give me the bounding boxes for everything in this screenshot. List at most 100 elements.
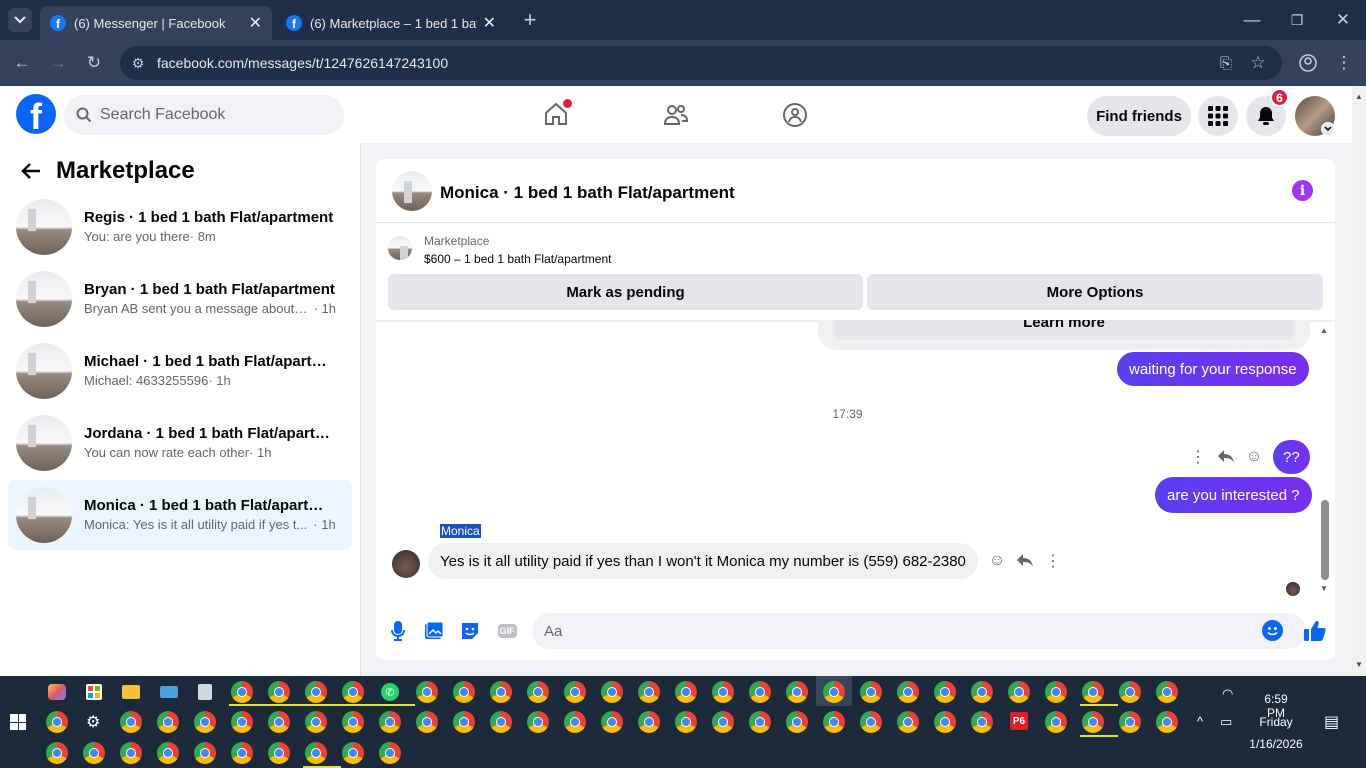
chrome-taskbar-icon[interactable] xyxy=(564,681,586,703)
chrome-taskbar-icon[interactable] xyxy=(231,742,253,764)
chrome-taskbar-icon[interactable] xyxy=(601,711,623,733)
clock-date[interactable]: 1/16/2026 xyxy=(1244,737,1308,751)
photo-icon[interactable] xyxy=(423,620,445,642)
keyboard-app-icon[interactable] xyxy=(160,686,178,698)
thread-scroll-up-icon[interactable]: ▲ xyxy=(1320,326,1328,335)
store-icon[interactable] xyxy=(86,684,102,700)
chrome-taskbar-icon[interactable] xyxy=(1008,681,1030,703)
notifications-button[interactable]: 6 xyxy=(1246,88,1289,136)
outgoing-message[interactable]: ?? xyxy=(1273,440,1310,474)
groups-nav-icon[interactable] xyxy=(782,102,808,133)
chrome-taskbar-icon[interactable] xyxy=(231,681,253,703)
show-hidden-icons-chevron-icon[interactable]: ^ xyxy=(1197,714,1203,729)
conversation-item[interactable]: Regis · 1 bed 1 bath Flat/apartment You:… xyxy=(8,192,352,262)
close-tab-icon[interactable]: ✕ xyxy=(483,13,496,33)
thread-scrollbar-thumb[interactable] xyxy=(1321,500,1329,580)
chrome-taskbar-icon[interactable] xyxy=(46,711,68,733)
mark-as-pending-button[interactable]: Mark as pending xyxy=(388,274,863,310)
chrome-taskbar-icon[interactable] xyxy=(1119,681,1141,703)
chrome-taskbar-icon[interactable] xyxy=(342,711,364,733)
chrome-taskbar-icon[interactable] xyxy=(971,711,993,733)
search-facebook-input[interactable]: Search Facebook xyxy=(64,95,344,135)
listing-title[interactable]: $600 – 1 bed 1 bath Flat/apartment xyxy=(424,252,611,266)
network-icon[interactable]: ◠ xyxy=(1222,686,1233,702)
chrome-taskbar-icon[interactable] xyxy=(1082,681,1104,703)
chrome-taskbar-icon[interactable] xyxy=(342,742,364,764)
back-icon[interactable]: ← xyxy=(10,51,34,75)
chrome-taskbar-icon-active[interactable] xyxy=(823,681,845,703)
profile-icon[interactable] xyxy=(1296,51,1320,75)
chrome-taskbar-icon[interactable] xyxy=(897,681,919,703)
notifications-center-icon[interactable]: ▤ xyxy=(1324,712,1339,732)
react-emoji-icon[interactable]: ☺ xyxy=(987,551,1007,571)
chrome-taskbar-icon[interactable] xyxy=(120,742,142,764)
chat-listing-avatar[interactable] xyxy=(392,171,432,211)
outgoing-message[interactable]: waiting for your response xyxy=(1117,352,1309,386)
chrome-taskbar-icon[interactable] xyxy=(268,711,290,733)
like-thumb-icon[interactable] xyxy=(1302,618,1328,644)
menu-grid-button[interactable] xyxy=(1198,96,1238,136)
chrome-taskbar-icon[interactable] xyxy=(564,711,586,733)
copilot-icon[interactable] xyxy=(48,684,66,700)
facebook-logo-icon[interactable]: f xyxy=(16,94,56,134)
chat-title[interactable]: Monica · 1 bed 1 bath Flat/apartment xyxy=(440,183,735,203)
find-friends-button[interactable]: Find friends xyxy=(1087,96,1191,136)
settings-gear-icon[interactable]: ⚙ xyxy=(86,712,100,732)
chrome-taskbar-icon[interactable] xyxy=(1082,711,1104,733)
reply-icon[interactable] xyxy=(1216,447,1236,467)
chrome-taskbar-icon[interactable] xyxy=(305,711,327,733)
bookmark-star-icon[interactable]: ☆ xyxy=(1246,51,1270,75)
close-window-icon[interactable]: ✕ xyxy=(1331,8,1355,32)
chrome-taskbar-icon[interactable] xyxy=(786,681,808,703)
home-nav-icon[interactable] xyxy=(543,99,572,132)
address-bar[interactable]: ⚙ facebook.com/messages/t/12476261472431… xyxy=(120,46,1282,80)
site-settings-icon[interactable]: ⚙ xyxy=(126,51,150,75)
chrome-taskbar-icon[interactable] xyxy=(1045,681,1067,703)
chrome-taskbar-icon[interactable] xyxy=(749,681,771,703)
chrome-taskbar-icon[interactable] xyxy=(157,742,179,764)
minimize-icon[interactable]: — xyxy=(1240,8,1264,32)
chrome-taskbar-icon[interactable] xyxy=(83,742,105,764)
chrome-taskbar-icon[interactable] xyxy=(305,681,327,703)
chrome-taskbar-icon[interactable] xyxy=(527,681,549,703)
chrome-taskbar-icon[interactable] xyxy=(860,681,882,703)
chrome-taskbar-icon[interactable] xyxy=(379,742,401,764)
new-tab-icon[interactable]: + xyxy=(518,7,542,32)
clock-day[interactable]: Friday xyxy=(1254,715,1298,729)
chrome-taskbar-icon[interactable] xyxy=(823,711,845,733)
chrome-taskbar-icon[interactable] xyxy=(971,681,993,703)
chrome-taskbar-icon[interactable] xyxy=(675,681,697,703)
windows-start-icon[interactable] xyxy=(10,714,26,730)
restore-icon[interactable]: ❐ xyxy=(1285,8,1309,32)
chrome-taskbar-icon[interactable] xyxy=(1156,711,1178,733)
chrome-taskbar-icon[interactable] xyxy=(712,711,734,733)
chrome-taskbar-icon[interactable] xyxy=(638,681,660,703)
tab-marketplace[interactable]: f (6) Marketplace – 1 bed 1 bath F ✕ xyxy=(276,6,506,40)
learn-more-button[interactable]: Learn more xyxy=(834,320,1294,340)
message-input[interactable]: Aa xyxy=(532,613,1306,649)
chrome-taskbar-icon[interactable] xyxy=(453,711,475,733)
back-arrow-icon[interactable] xyxy=(20,160,44,184)
chrome-taskbar-icon[interactable] xyxy=(453,681,475,703)
chrome-taskbar-icon[interactable] xyxy=(231,711,253,733)
tab-messenger[interactable]: f (6) Messenger | Facebook ✕ xyxy=(40,6,272,40)
info-icon[interactable]: i xyxy=(1292,180,1313,201)
file-explorer-icon[interactable] xyxy=(122,685,140,699)
chrome-taskbar-icon[interactable] xyxy=(416,681,438,703)
chrome-taskbar-icon[interactable] xyxy=(194,742,216,764)
chrome-taskbar-icon[interactable] xyxy=(860,711,882,733)
chrome-taskbar-icon[interactable] xyxy=(194,711,216,733)
chrome-taskbar-icon[interactable] xyxy=(897,711,919,733)
more-actions-icon[interactable]: ⋮ xyxy=(1043,551,1063,571)
chrome-taskbar-icon[interactable] xyxy=(305,742,327,764)
sender-avatar[interactable] xyxy=(392,550,420,578)
chrome-taskbar-icon[interactable] xyxy=(490,681,512,703)
p6-app-icon[interactable]: P6 xyxy=(1010,712,1028,730)
chrome-taskbar-icon[interactable] xyxy=(601,681,623,703)
chrome-menu-icon[interactable]: ⋮ xyxy=(1332,51,1356,75)
reply-icon[interactable] xyxy=(1015,551,1035,571)
chrome-taskbar-icon[interactable] xyxy=(1119,711,1141,733)
chrome-taskbar-icon[interactable] xyxy=(527,711,549,733)
chrome-taskbar-icon[interactable] xyxy=(638,711,660,733)
close-tab-icon[interactable]: ✕ xyxy=(249,13,262,33)
